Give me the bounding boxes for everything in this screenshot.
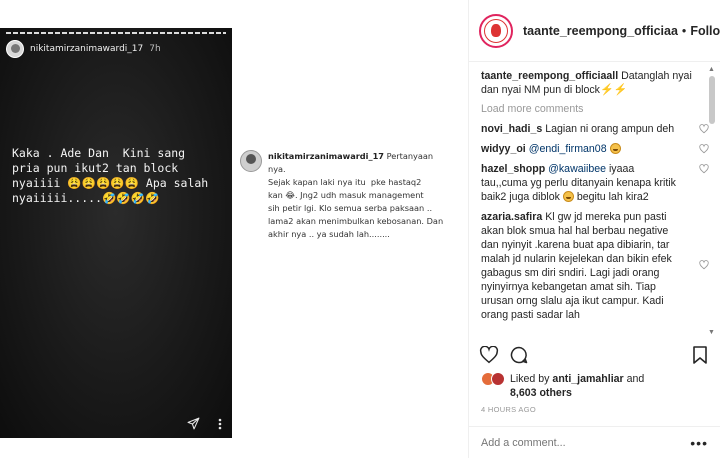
profile-avatar[interactable] [479,13,513,48]
comment-item: novi_hadi_s Lagian ni orang ampun deh [481,122,709,136]
comment-username[interactable]: hazel_shopp [481,163,545,175]
add-comment-input[interactable] [481,436,691,449]
send-icon [187,417,200,430]
comment-username[interactable]: azaria.safira [481,211,542,223]
comment-mention[interactable]: @kawaiibee [548,163,606,175]
liker-avatars [481,372,505,386]
more-options-icon[interactable]: ••• [690,435,708,451]
comment-mention[interactable]: @endi_firman08 [529,143,607,155]
liker-username[interactable]: anti_jamahliar [552,373,623,385]
post-actions [479,345,708,370]
following-button[interactable]: Following [690,24,720,38]
caption-emoji: ⚡⚡ [599,84,628,96]
screenshot-comment: nikitamirzanimawardi_17 Pertanyaan nya. … [240,150,450,241]
comment-item: azaria.safira Kl gw jd mereka pun pasti … [481,210,709,322]
comment-text: Kl gw jd mereka pun pasti akan blok smua… [481,211,672,321]
profile-logo-icon [484,18,508,43]
comment-text: Pertanyaan nya. Sejak kapan laki nya itu… [268,151,444,239]
likes-text: Liked by anti_jamahliar and 8,603 others [510,372,644,400]
separator-dot: • [681,23,687,38]
likes-and: and [626,373,645,385]
more-vertical-icon [218,418,222,430]
scroll-up-icon[interactable]: ▲ [708,66,715,73]
profile-username[interactable]: taante_reempong_officiaa [523,24,678,38]
likes-prefix: Liked by [510,373,550,385]
post-media: nikitamirzanimawardi_17 7h Kaka . Ade Da… [0,0,468,458]
comment-username: nikitamirzanimawardi_17 [268,151,384,161]
story-footer [187,417,222,430]
grin-emoji-icon [562,191,574,202]
liker-avatar [491,372,505,386]
post-header: taante_reempong_officiaa • Following [469,0,720,62]
post-caption: taante_reempong_officiaall Datanglah nya… [481,69,695,97]
story-header: nikitamirzanimawardi_17 7h [6,40,161,58]
comment-body: nikitamirzanimawardi_17 Pertanyaan nya. … [268,150,450,241]
story-avatar [6,40,24,58]
post-viewer: nikitamirzanimawardi_17 7h Kaka . Ade Da… [0,0,720,458]
scrollbar-thumb[interactable] [709,76,715,124]
comment-text: Lagian ni orang ampun deh [545,123,675,135]
story-text: Kaka . Ade Dan Kini sang pria pun ikut2 … [12,146,209,205]
post-sidebar: taante_reempong_officiaa • Following taa… [468,0,720,458]
comments-scrollbar[interactable]: ▲ ▼ [708,66,716,336]
story-time: 7h [149,44,161,54]
story-username: nikitamirzanimawardi_17 [30,44,144,54]
comment-text-after: begitu lah kira2 [576,191,649,203]
bookmark-icon[interactable] [692,345,708,370]
like-heart-icon[interactable] [479,345,499,369]
comment-username[interactable]: novi_hadi_s [481,123,542,135]
caption-username[interactable]: taante_reempong_officiaall [481,70,618,82]
post-timestamp[interactable]: 4 HOURS AGO [481,405,536,414]
comment-avatar [240,150,262,172]
scroll-down-icon[interactable]: ▼ [708,329,715,336]
load-more-comments-button[interactable]: Load more comments [481,103,695,115]
likes-summary: Liked by anti_jamahliar and 8,603 others [481,372,644,400]
comments-list[interactable]: taante_reempong_officiaall Datanglah nya… [469,63,720,343]
add-comment-bar: ••• [469,426,720,458]
comment-username[interactable]: widyy_oi [481,143,526,155]
comment-item: hazel_shopp @kawaiibee iyaaa tau,,cuma y… [481,162,709,204]
story-progress-bar [6,32,226,34]
comment-bubble-icon[interactable] [509,345,529,370]
grin-emoji-icon [609,143,621,154]
comment-item: widyy_oi @endi_firman08 [481,142,709,156]
story-screenshot: nikitamirzanimawardi_17 7h Kaka . Ade Da… [0,28,232,438]
likes-count[interactable]: 8,603 others [510,387,572,399]
